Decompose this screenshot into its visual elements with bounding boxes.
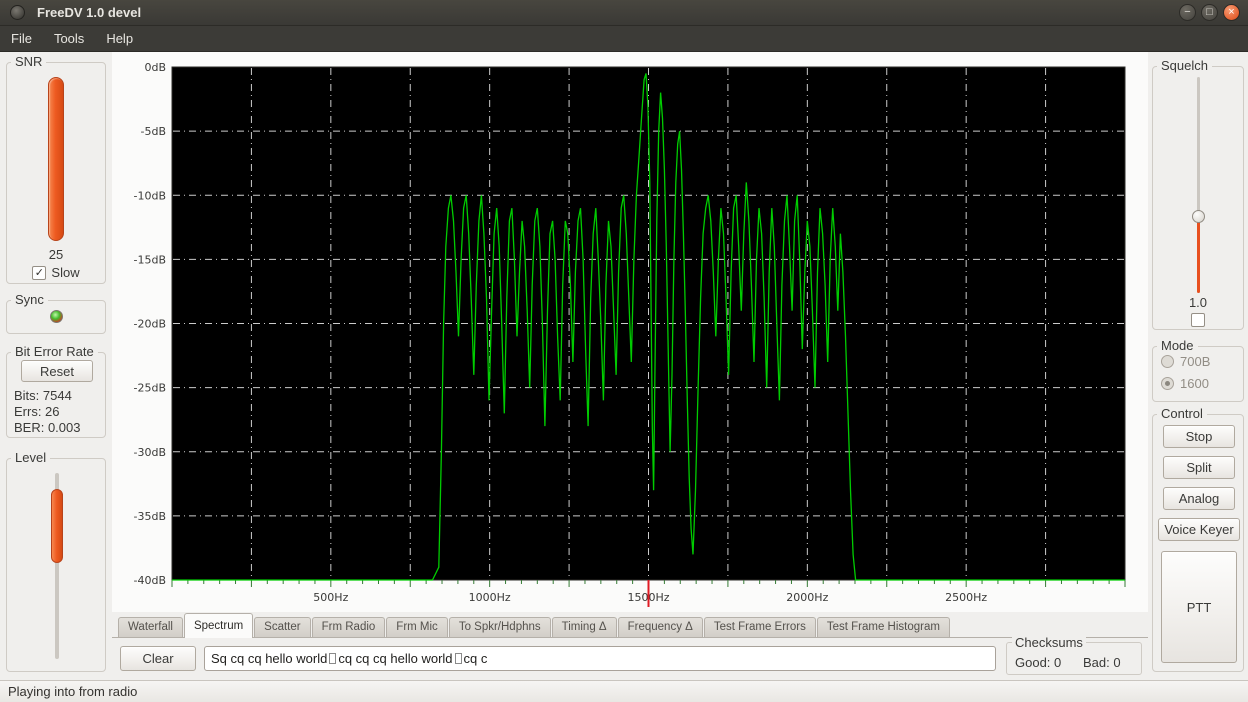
checksums-good: Good: 0: [1015, 655, 1061, 670]
squelch-group: Squelch 1.0: [1152, 66, 1244, 330]
sync-group-label: Sync: [11, 292, 48, 307]
tab-test-frame-errors[interactable]: Test Frame Errors: [704, 617, 816, 637]
spectrum-panel: 0dB -5dB -10dB -15dB -20dB -25dB -30dB -35dB -40…: [112, 52, 1148, 612]
ber-group-label: Bit Error Rate: [11, 344, 98, 359]
tab-test-frame-histogram[interactable]: Test Frame Histogram: [817, 617, 950, 637]
spectrum-plot[interactable]: 0dB -5dB -10dB -15dB -20dB -25dB -30dB -35dB -40…: [112, 52, 1148, 612]
squelch-slider-fill: [1197, 217, 1200, 293]
squelch-checkbox[interactable]: [1191, 313, 1205, 327]
bottom-row: Clear Sq cq cq hello worldcq cq cq hello…: [112, 640, 1148, 680]
stop-button[interactable]: Stop: [1163, 425, 1235, 448]
mode-radio-1600-label: 1600: [1180, 376, 1209, 391]
checksums-bad: Bad: 0: [1083, 655, 1121, 670]
split-button[interactable]: Split: [1163, 456, 1235, 479]
app-icon: [10, 5, 25, 20]
close-button[interactable]: ×: [1223, 4, 1240, 21]
bit-error-rate-group: Bit Error Rate Reset Bits: 7544 Errs: 26…: [6, 352, 106, 438]
window-title: FreeDV 1.0 devel: [37, 5, 141, 20]
control-char-icon: [455, 653, 462, 664]
svg-text:0dB: 0dB: [144, 61, 166, 74]
checksums-label: Checksums: [1012, 635, 1086, 650]
svg-text:-10dB: -10dB: [134, 189, 167, 202]
voice-keyer-button[interactable]: Voice Keyer: [1158, 518, 1240, 541]
analog-button[interactable]: Analog: [1163, 487, 1235, 510]
svg-text:-5dB: -5dB: [141, 125, 167, 138]
squelch-group-label: Squelch: [1157, 58, 1212, 73]
tab-frm-mic[interactable]: Frm Mic: [386, 617, 448, 637]
window-controls: − □ ×: [1174, 4, 1240, 21]
level-group: Level: [6, 458, 106, 672]
tab-scatter[interactable]: Scatter: [254, 617, 310, 637]
message-field[interactable]: Sq cq cq hello worldcq cq cq hello world…: [204, 646, 996, 671]
tab-timing-delta[interactable]: Timing Δ: [552, 617, 617, 637]
snr-gauge: [48, 77, 64, 241]
titlebar: FreeDV 1.0 devel − □ ×: [0, 0, 1248, 26]
mode-radio-1600[interactable]: [1161, 377, 1174, 390]
snr-group-label: SNR: [11, 54, 46, 69]
reset-button[interactable]: Reset: [21, 360, 93, 382]
bits-text: Bits: 7544: [14, 388, 72, 403]
svg-text:2000Hz: 2000Hz: [786, 591, 828, 604]
svg-text:-30dB: -30dB: [134, 446, 167, 459]
menubar: File Tools Help: [0, 26, 1248, 52]
plot-tabstrip: Waterfall Spectrum Scatter Frm Radio Frm…: [112, 612, 1148, 638]
errs-text: Errs: 26: [14, 404, 60, 419]
level-group-label: Level: [11, 450, 50, 465]
ber-text: BER: 0.003: [14, 420, 81, 435]
menu-item-help[interactable]: Help: [95, 27, 144, 50]
snr-group: SNR 25 ✓ Slow: [6, 62, 106, 284]
statusbar: Playing into from radio: [0, 680, 1248, 702]
slow-checkbox-label: Slow: [51, 265, 79, 280]
mode-group-label: Mode: [1157, 338, 1198, 353]
sync-led-icon: [50, 310, 63, 323]
sync-group: Sync: [6, 300, 106, 334]
svg-text:-15dB: -15dB: [134, 253, 167, 266]
svg-text:-35dB: -35dB: [134, 510, 167, 523]
y-axis-labels: 0dB -5dB -10dB -15dB -20dB -25dB -30dB -35dB -40…: [134, 61, 167, 587]
control-char-icon: [329, 653, 336, 664]
control-group-label: Control: [1157, 406, 1207, 421]
squelch-slider-handle[interactable]: [1192, 210, 1205, 223]
svg-text:-25dB: -25dB: [134, 382, 167, 395]
svg-text:1000Hz: 1000Hz: [469, 591, 511, 604]
ptt-button[interactable]: PTT: [1161, 551, 1237, 663]
squelch-value: 1.0: [1153, 295, 1243, 310]
svg-text:2500Hz: 2500Hz: [945, 591, 987, 604]
checksums-group: Checksums Good: 0 Bad: 0: [1006, 642, 1142, 675]
menu-item-file[interactable]: File: [0, 27, 43, 50]
tab-waterfall[interactable]: Waterfall: [118, 617, 183, 637]
tab-frequency-delta[interactable]: Frequency Δ: [618, 617, 703, 637]
mode-radio-700b-label: 700B: [1180, 354, 1210, 369]
svg-text:-40dB: -40dB: [134, 574, 167, 587]
mode-group: Mode 700B 1600: [1152, 346, 1244, 402]
clear-button[interactable]: Clear: [120, 646, 196, 671]
level-slider-handle[interactable]: [51, 489, 63, 563]
radio-dot-icon: [1165, 381, 1170, 386]
slow-checkbox[interactable]: ✓: [32, 266, 46, 280]
control-group: Control Stop Split Analog Voice Keyer PT…: [1152, 414, 1244, 672]
snr-value: 25: [7, 247, 105, 262]
check-icon: ✓: [35, 266, 44, 279]
maximize-button[interactable]: □: [1201, 4, 1218, 21]
tab-frm-radio[interactable]: Frm Radio: [312, 617, 386, 637]
x-axis-labels: 500Hz1000Hz1500Hz2000Hz2500Hz: [313, 591, 987, 604]
tab-to-spkr-hdphns[interactable]: To Spkr/Hdphns: [449, 617, 551, 637]
mode-radio-700b[interactable]: [1161, 355, 1174, 368]
tab-spectrum[interactable]: Spectrum: [184, 613, 253, 638]
menu-item-tools[interactable]: Tools: [43, 27, 95, 50]
status-text: Playing into from radio: [8, 684, 137, 699]
minimize-button[interactable]: −: [1179, 4, 1196, 21]
svg-text:-20dB: -20dB: [134, 318, 167, 331]
svg-text:500Hz: 500Hz: [313, 591, 348, 604]
